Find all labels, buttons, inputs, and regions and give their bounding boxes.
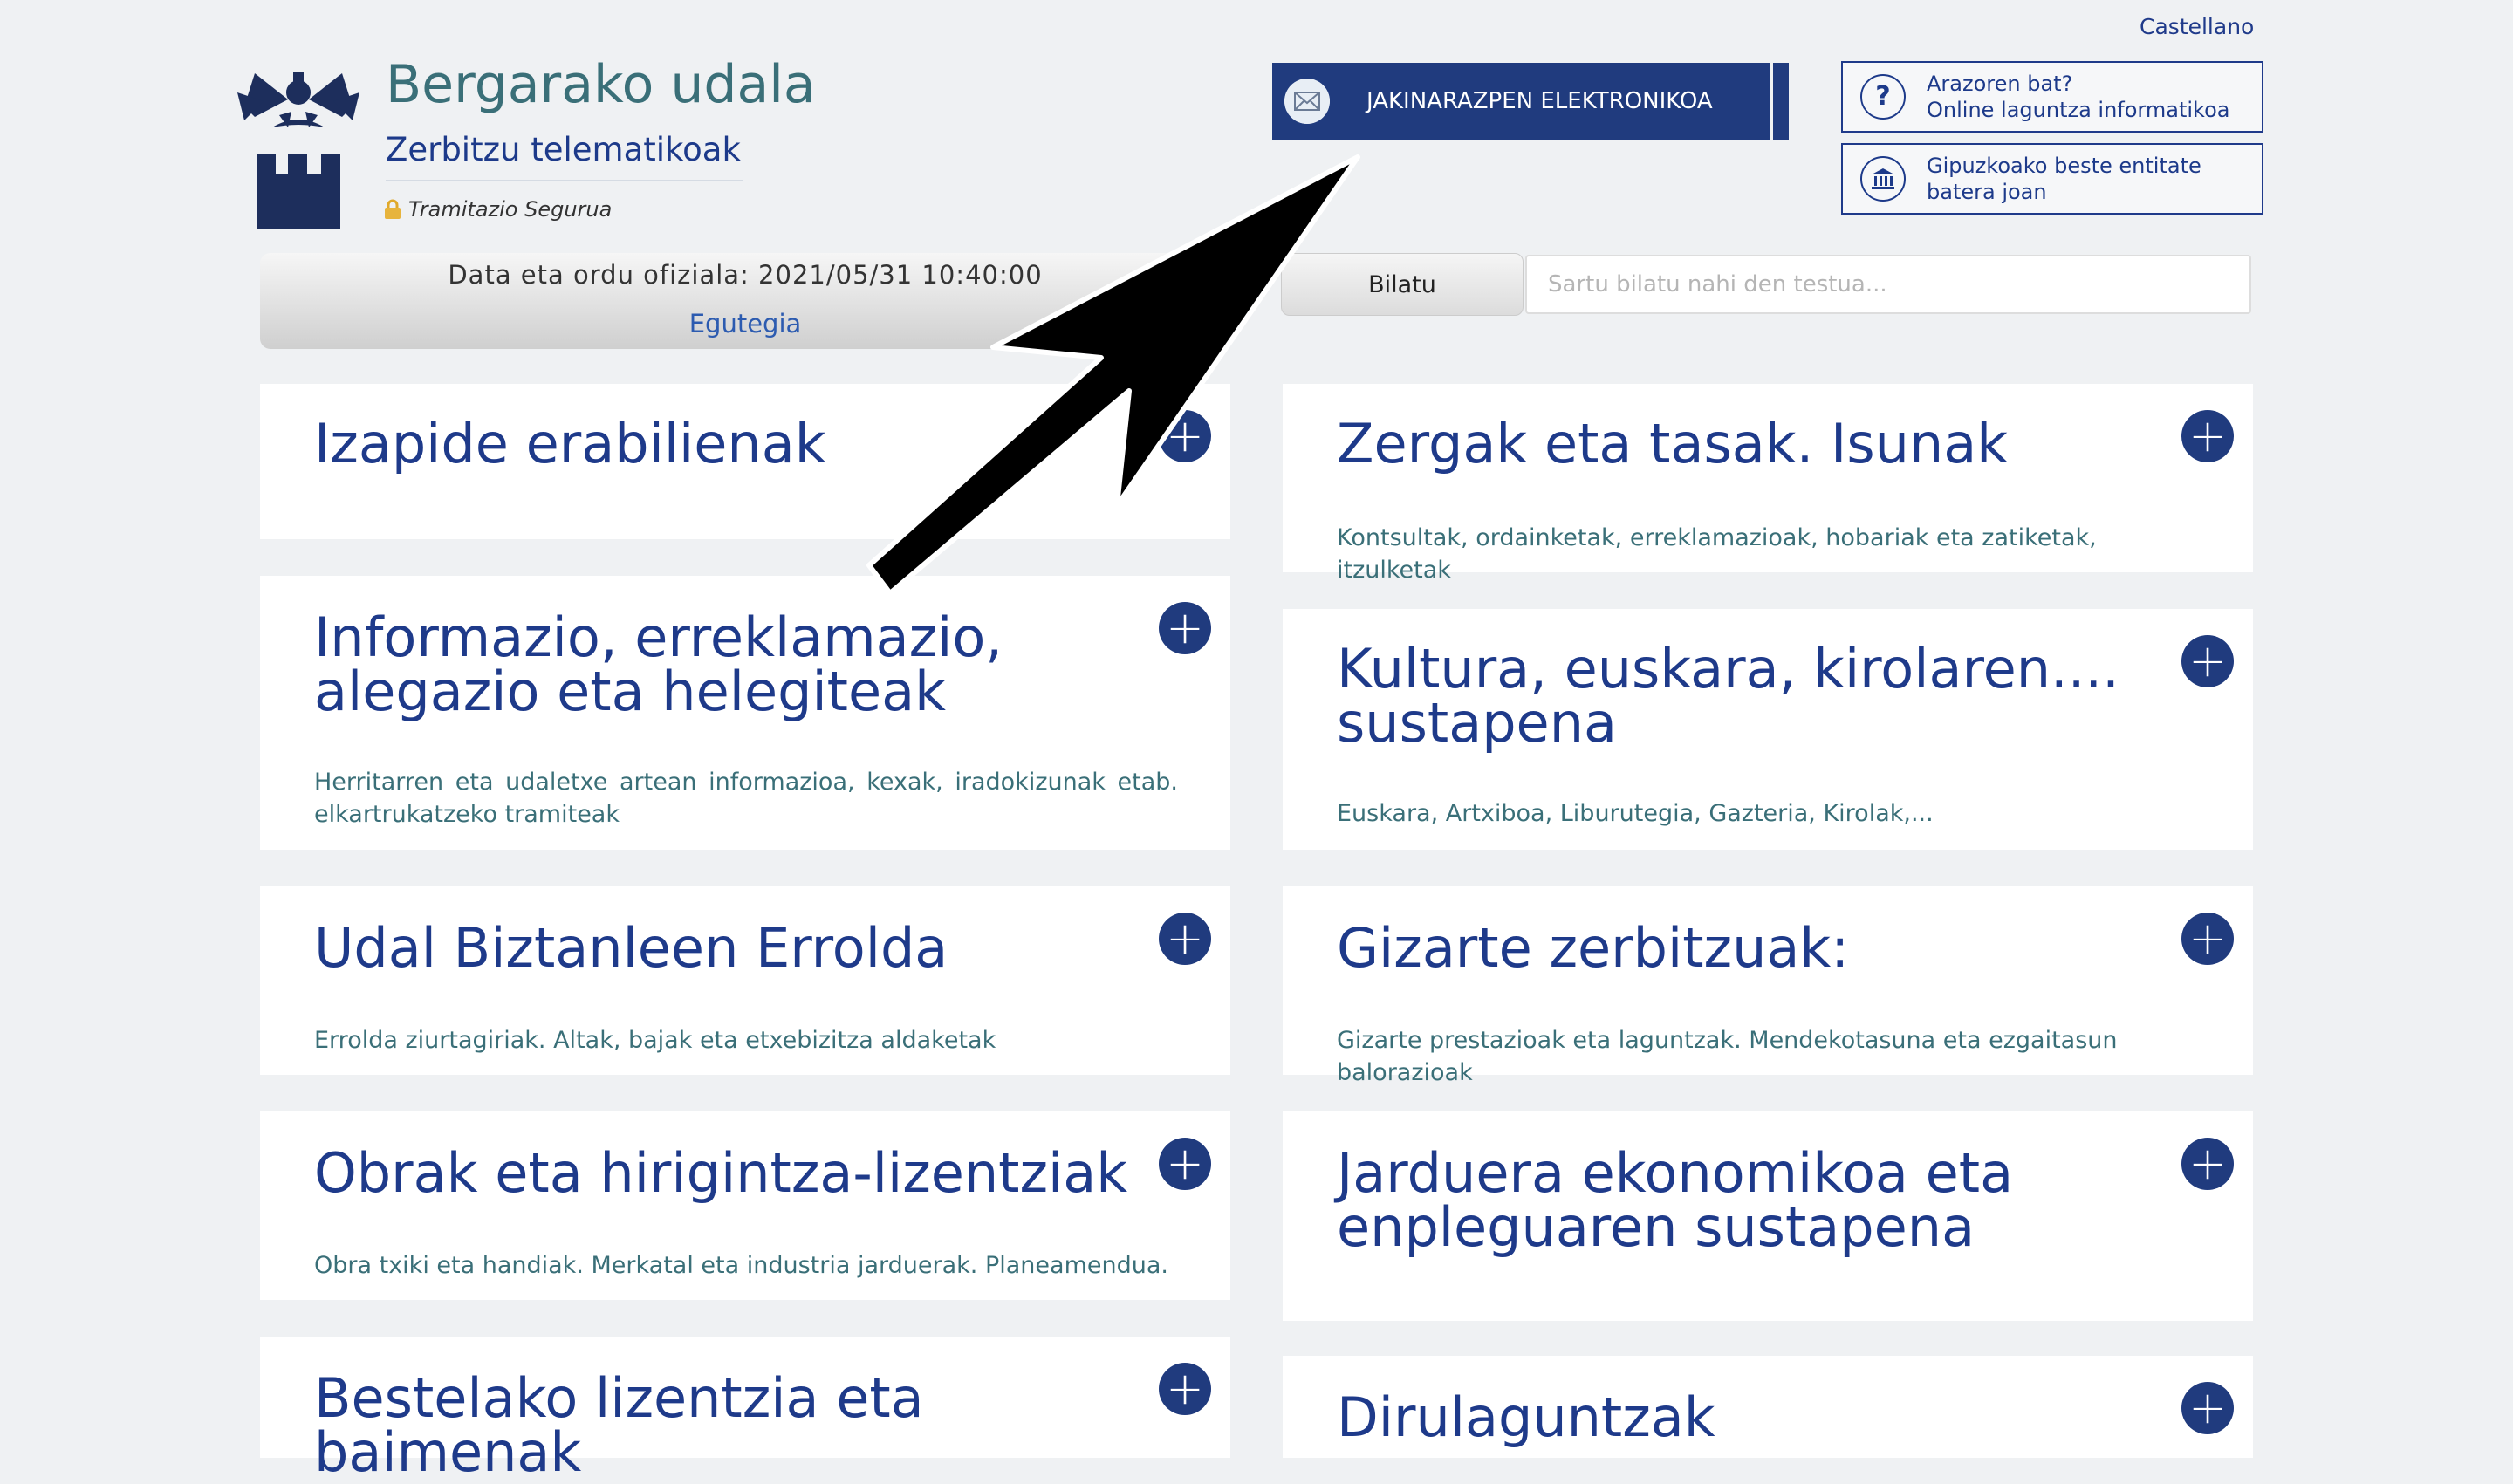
card-title: Kultura, euskara, kirolaren.... sustapen… — [1337, 637, 2119, 755]
calendar-link[interactable]: Egutegia — [260, 309, 1230, 339]
online-help-link[interactable]: ? Arazoren bat? Online laguntza informat… — [1841, 61, 2263, 133]
language-link[interactable]: Castellano — [2140, 14, 2254, 39]
online-help-line2: Online laguntza informatikoa — [1927, 98, 2230, 122]
category-card-social-services[interactable]: Gizarte zerbitzuak: Gizarte prestazioak … — [1283, 886, 2253, 1086]
card-title: Udal Biztanleen Errolda — [314, 916, 948, 980]
online-help-line1: Arazoren bat? — [1927, 72, 2073, 96]
category-card-other-licenses[interactable]: Bestelako lizentzia eta baimenak + — [260, 1337, 1230, 1480]
card-description: Kontsultak, ordainketak, erreklamazioak,… — [1337, 524, 2097, 584]
card-title: Obrak eta hirigintza-lizentziak — [314, 1141, 1128, 1205]
search-button[interactable]: Bilatu — [1281, 253, 1524, 316]
page: Castellano Bergarako udala Zerbitzu tele… — [0, 0, 2513, 1480]
card-title: Zergak eta tasak. Isunak — [1337, 412, 2009, 475]
expand-plus-icon[interactable]: + — [2181, 1138, 2234, 1190]
category-card-works-licenses[interactable]: Obrak eta hirigintza-lizentziak Obra txi… — [260, 1111, 1230, 1300]
card-description: Obra txiki eta handiak. Merkatal eta ind… — [314, 1252, 1168, 1279]
bergara-logo — [237, 72, 359, 229]
search-input[interactable] — [1525, 255, 2251, 314]
expand-plus-icon[interactable]: + — [1159, 1363, 1211, 1415]
card-title: Bestelako lizentzia eta baimenak — [314, 1366, 924, 1484]
card-title: Gizarte zerbitzuak: — [1337, 916, 1850, 980]
divider — [386, 180, 743, 181]
envelope-icon — [1284, 79, 1330, 124]
other-entities-link[interactable]: Gipuzkoako beste entitate batera joan — [1841, 143, 2263, 215]
official-datetime: Data eta ordu ofiziala: 2021/05/31 10:40… — [448, 260, 1043, 290]
question-icon: ? — [1860, 74, 1906, 120]
electronic-notification-button[interactable]: JAKINARAZPEN ELEKTRONIKOA — [1272, 63, 1789, 140]
category-card-most-used[interactable]: Izapide erabilienak + — [260, 384, 1230, 539]
expand-plus-icon[interactable]: + — [2181, 1382, 2234, 1434]
expand-plus-icon[interactable]: + — [1159, 913, 1211, 965]
button-separator — [1770, 63, 1773, 140]
card-description: Herritarren eta udaletxe artean informaz… — [314, 769, 1178, 828]
secure-label: Tramitazio Segurua — [408, 197, 613, 222]
expand-plus-icon[interactable]: + — [2181, 913, 2234, 965]
category-card-culture[interactable]: Kultura, euskara, kirolaren.... sustapen… — [1283, 609, 2253, 850]
category-card-census[interactable]: Udal Biztanleen Errolda Errolda ziurtagi… — [260, 886, 1230, 1075]
category-card-subsidies[interactable]: Dirulaguntzak + — [1283, 1356, 2253, 1458]
secure-indicator: Tramitazio Segurua — [384, 197, 612, 222]
expand-plus-icon[interactable]: + — [2181, 635, 2234, 687]
card-title: Dirulaguntzak — [1337, 1385, 1715, 1449]
card-description: Euskara, Artxiboa, Liburutegia, Gazteria… — [1337, 800, 1934, 827]
org-title: Bergarako udala — [386, 54, 816, 115]
institution-icon — [1860, 156, 1906, 202]
card-title: Jarduera ekonomikoa eta enpleguaren sust… — [1337, 1141, 2014, 1259]
card-description: Gizarte prestazioak eta laguntzak. Mende… — [1337, 1027, 2118, 1086]
expand-plus-icon[interactable]: + — [2181, 410, 2234, 462]
category-card-economic-activity[interactable]: Jarduera ekonomikoa eta enpleguaren sust… — [1283, 1111, 2253, 1321]
lock-icon — [385, 199, 401, 219]
other-entities-line2: batera joan — [1927, 180, 2047, 204]
electronic-notification-label: JAKINARAZPEN ELEKTRONIKOA — [1366, 88, 1713, 114]
category-card-taxes-fines[interactable]: Zergak eta tasak. Isunak Kontsultak, ord… — [1283, 384, 2253, 584]
card-description: Errolda ziurtagiriak. Altak, bajak eta e… — [314, 1027, 996, 1054]
card-title: Informazio, erreklamazio, alegazio eta h… — [314, 605, 1003, 723]
card-title: Izapide erabilienak — [314, 412, 826, 475]
category-card-information-claims[interactable]: Informazio, erreklamazio, alegazio eta h… — [260, 576, 1230, 850]
expand-plus-icon[interactable]: + — [1159, 602, 1211, 654]
org-subtitle: Zerbitzu telematikoak — [386, 131, 741, 168]
other-entities-line1: Gipuzkoako beste entitate — [1927, 154, 2201, 178]
expand-plus-icon[interactable]: + — [1159, 1138, 1211, 1190]
official-datetime-bar: Data eta ordu ofiziala: 2021/05/31 10:40… — [260, 253, 1230, 349]
expand-plus-icon[interactable]: + — [1159, 410, 1211, 462]
